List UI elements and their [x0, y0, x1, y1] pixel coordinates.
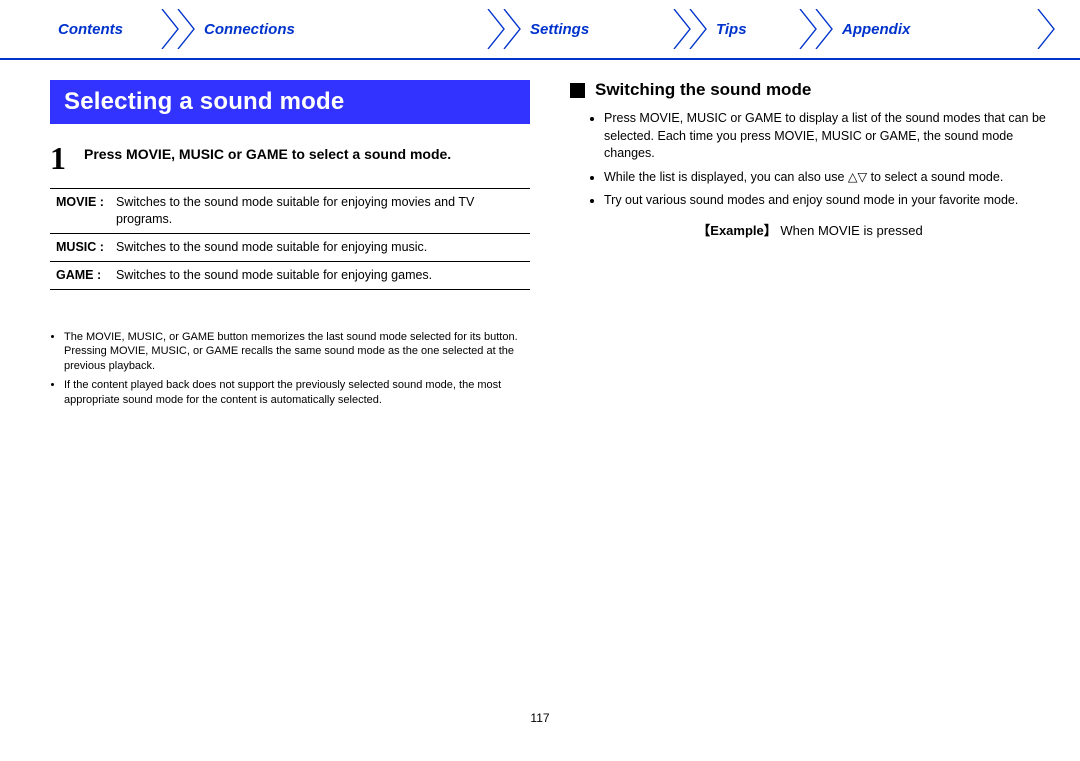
nav-separator-icon [160, 9, 196, 49]
left-column: Selecting a sound mode 1 Press MOVIE, MU… [50, 80, 530, 412]
mode-desc: Switches to the sound mode suitable for … [116, 194, 524, 228]
notes-list: The MOVIE, MUSIC, or GAME button memoriz… [50, 330, 530, 408]
nav-appendix[interactable]: Appendix [834, 21, 944, 38]
nav-separator-icon [1036, 9, 1072, 49]
page-content: Selecting a sound mode 1 Press MOVIE, MU… [0, 60, 1080, 412]
step-instruction: Press MOVIE, MUSIC or GAME to select a s… [84, 142, 451, 174]
nav-separator-icon [672, 9, 708, 49]
list-item: While the list is displayed, you can als… [604, 169, 1050, 187]
mode-desc: Switches to the sound mode suitable for … [116, 239, 524, 256]
subsection-heading: Switching the sound mode [570, 80, 1050, 100]
table-row: GAME : Switches to the sound mode suitab… [50, 262, 530, 289]
step-row: 1 Press MOVIE, MUSIC or GAME to select a… [50, 142, 530, 174]
note-item: The MOVIE, MUSIC, or GAME button memoriz… [64, 330, 530, 375]
example-text: When MOVIE is pressed [780, 223, 922, 238]
right-column: Switching the sound mode Press MOVIE, MU… [570, 80, 1050, 412]
square-bullet-icon [570, 83, 585, 98]
nav-connections[interactable]: Connections [196, 21, 486, 38]
nav-separator-icon [798, 9, 834, 49]
table-row: MUSIC : Switches to the sound mode suita… [50, 234, 530, 262]
nav-settings[interactable]: Settings [522, 21, 672, 38]
nav-separator-icon [486, 9, 522, 49]
example-label: 【Example】 [697, 223, 776, 238]
modes-table: MOVIE : Switches to the sound mode suita… [50, 188, 530, 290]
mode-label: GAME : [56, 267, 116, 284]
mode-desc: Switches to the sound mode suitable for … [116, 267, 524, 284]
nav-tips[interactable]: Tips [708, 21, 798, 38]
list-item: Press MOVIE, MUSIC or GAME to display a … [604, 110, 1050, 163]
note-item: If the content played back does not supp… [64, 378, 530, 408]
table-row: MOVIE : Switches to the sound mode suita… [50, 189, 530, 234]
mode-label: MOVIE : [56, 194, 116, 228]
mode-label: MUSIC : [56, 239, 116, 256]
nav-contents[interactable]: Contents [50, 21, 160, 38]
right-bullet-list: Press MOVIE, MUSIC or GAME to display a … [570, 110, 1050, 210]
list-item: Try out various sound modes and enjoy so… [604, 192, 1050, 210]
example-caption: 【Example】 When MOVIE is pressed [570, 220, 1050, 239]
nav-tabs: Contents Connections Settings Tips Appen… [0, 0, 1080, 60]
page-number: 117 [0, 711, 1080, 725]
heading-text: Switching the sound mode [595, 80, 811, 100]
step-number: 1 [50, 142, 66, 174]
section-banner: Selecting a sound mode [50, 80, 530, 124]
